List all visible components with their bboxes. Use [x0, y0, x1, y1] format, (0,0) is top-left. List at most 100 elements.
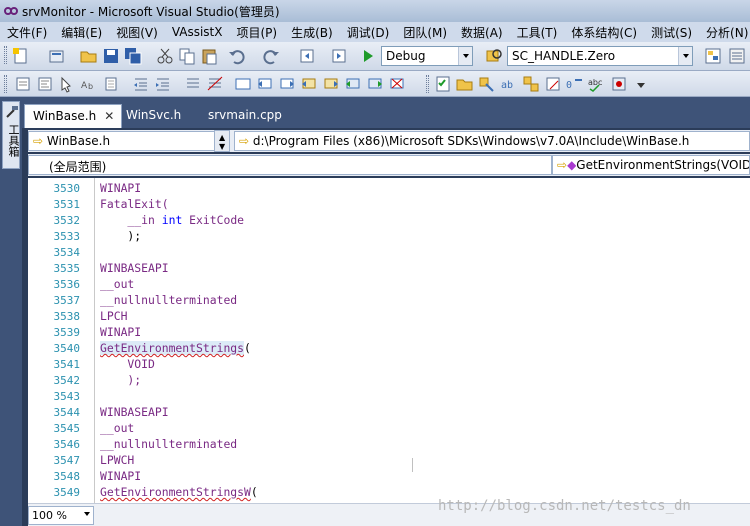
chevron-down-icon[interactable]	[678, 47, 692, 65]
copy-icon[interactable]	[178, 47, 196, 65]
menu-analyze[interactable]: 分析(N)	[699, 24, 750, 41]
line-number: 3533	[53, 230, 81, 243]
increase-indent-icon[interactable]	[154, 75, 172, 93]
find-combo-box[interactable]: SC_HANDLE.Zero	[507, 46, 693, 66]
menu-edit[interactable]: 编辑(E)	[54, 24, 109, 41]
toolbox-label: 工具箱	[7, 124, 20, 157]
menu-test[interactable]: 测试(S)	[644, 24, 699, 41]
file-spinner[interactable]: ▲ ▼	[214, 130, 230, 152]
rename-icon[interactable]	[544, 75, 562, 93]
toolbar-options-icon[interactable]	[632, 75, 650, 93]
line-number: 3544	[53, 406, 81, 419]
code-line: WINAPI	[100, 469, 142, 483]
complete-word-icon[interactable]: Ab	[80, 75, 98, 93]
left-tool-strip: 工具箱	[0, 97, 22, 526]
code-line: WINBASEAPI	[100, 261, 169, 275]
member-navigation-bar: (全局范围) ⇨◆GetEnvironmentStrings(VOID)	[28, 154, 750, 176]
properties-window-icon[interactable]	[728, 47, 746, 65]
object-member-list-icon[interactable]	[14, 75, 32, 93]
go-to-definition-icon[interactable]	[478, 75, 496, 93]
file-dropdown[interactable]: ⇨ WinBase.h	[28, 131, 230, 151]
find-symbol-icon[interactable]: ab	[500, 75, 518, 93]
svg-text:A: A	[81, 81, 88, 91]
go-to-related-icon[interactable]	[522, 75, 540, 93]
menu-project[interactable]: 项目(P)	[229, 24, 284, 41]
new-project-icon[interactable]	[12, 47, 30, 65]
menu-vassistx[interactable]: VAssistX	[165, 25, 230, 39]
menu-build[interactable]: 生成(B)	[284, 24, 340, 41]
add-item-icon[interactable]	[48, 47, 66, 65]
save-icon[interactable]	[102, 47, 120, 65]
comment-lines-icon[interactable]	[184, 75, 202, 93]
menu-debug[interactable]: 调试(D)	[340, 24, 397, 41]
navigate-forward-icon[interactable]	[330, 47, 348, 65]
code-line: WINBASEAPI	[100, 405, 169, 419]
window-title: srvMonitor - Microsoft Visual Studio(管理员…	[22, 5, 280, 19]
decrease-indent-icon[interactable]	[132, 75, 150, 93]
open-folder-icon[interactable]	[456, 75, 474, 93]
uncomment-lines-icon[interactable]	[206, 75, 224, 93]
path-box: ⇨ d:\Program Files (x86)\Microsoft SDKs\…	[234, 131, 750, 151]
file-dropdown-value: WinBase.h	[46, 134, 111, 148]
svg-text:abc: abc	[588, 78, 602, 87]
chevron-down-icon[interactable]	[458, 47, 472, 65]
close-icon[interactable]: ✕	[104, 109, 114, 123]
find-references-icon[interactable]: 0	[566, 75, 584, 93]
code-line: __out	[100, 277, 135, 291]
text-editor-toolbar: Ab ab 0 abc	[0, 71, 750, 97]
solution-configuration-dropdown[interactable]: Debug	[381, 46, 473, 66]
code-line: WINAPI	[100, 181, 142, 195]
watermark: http://blog.csdn.net/testcs_dn	[438, 498, 691, 514]
task-list-icon[interactable]	[434, 75, 452, 93]
previous-bookmark-in-folder-icon[interactable]	[300, 75, 318, 93]
scope-dropdown[interactable]: (全局范围)	[28, 155, 552, 175]
menu-architecture[interactable]: 体系结构(C)	[564, 24, 644, 41]
line-number: 3534	[53, 246, 81, 259]
previous-bookmark-in-document-icon[interactable]	[344, 75, 362, 93]
navigate-backward-icon[interactable]	[298, 47, 316, 65]
start-debugging-icon[interactable]	[364, 50, 373, 62]
tab-srvmain-cpp[interactable]: srvmain.cpp	[200, 104, 290, 128]
parameter-info-icon[interactable]	[36, 75, 54, 93]
menu-team[interactable]: 团队(M)	[396, 24, 454, 41]
member-dropdown[interactable]: ⇨◆GetEnvironmentStrings(VOID)	[552, 155, 750, 175]
next-bookmark-in-folder-icon[interactable]	[322, 75, 340, 93]
toolbar-grip[interactable]	[4, 75, 7, 93]
line-number: 3546	[53, 438, 81, 451]
quick-info-icon[interactable]	[58, 75, 76, 93]
paste-icon[interactable]	[200, 47, 218, 65]
next-bookmark-icon[interactable]	[278, 75, 296, 93]
toolbar-grip[interactable]	[426, 75, 429, 93]
chevron-down-icon[interactable]	[84, 512, 90, 516]
menu-view[interactable]: 视图(V)	[109, 24, 165, 41]
code-line: __nullnullterminated	[100, 293, 238, 307]
tab-winbase-h[interactable]: WinBase.h ✕	[24, 104, 122, 128]
line-number: 3539	[53, 326, 81, 339]
code-line: LPWCH	[100, 453, 135, 467]
tab-winsvc-h[interactable]: WinSvc.h	[118, 104, 189, 128]
code-line: );	[100, 229, 142, 243]
solution-explorer-icon[interactable]	[704, 47, 722, 65]
toolbox-tab[interactable]: 工具箱	[2, 101, 20, 169]
code-editor[interactable]: 3530 WINAPI 3531 FatalExit( 3532 __in in…	[28, 178, 750, 503]
toggle-bookmark-icon[interactable]	[234, 75, 252, 93]
settings-icon[interactable]	[610, 75, 628, 93]
menu-data[interactable]: 数据(A)	[454, 24, 510, 41]
save-all-icon[interactable]	[124, 47, 142, 65]
clear-bookmarks-icon[interactable]	[388, 75, 406, 93]
display-word-completion-icon[interactable]	[102, 75, 120, 93]
next-bookmark-in-document-icon[interactable]	[366, 75, 384, 93]
open-file-icon[interactable]	[80, 47, 98, 65]
menu-file[interactable]: 文件(F)	[0, 24, 54, 41]
undo-icon[interactable]	[228, 47, 246, 65]
find-in-files-icon[interactable]	[485, 47, 503, 65]
menu-tools[interactable]: 工具(T)	[510, 24, 565, 41]
previous-bookmark-icon[interactable]	[256, 75, 274, 93]
spell-check-icon[interactable]: abc	[588, 75, 606, 93]
redo-icon[interactable]	[262, 47, 280, 65]
toolbar-grip[interactable]	[4, 46, 7, 64]
svg-text:0: 0	[566, 80, 572, 91]
zoom-dropdown[interactable]: 100 %	[28, 506, 94, 525]
cut-icon[interactable]	[156, 47, 174, 65]
code-line: __nullnullterminated	[100, 437, 238, 451]
